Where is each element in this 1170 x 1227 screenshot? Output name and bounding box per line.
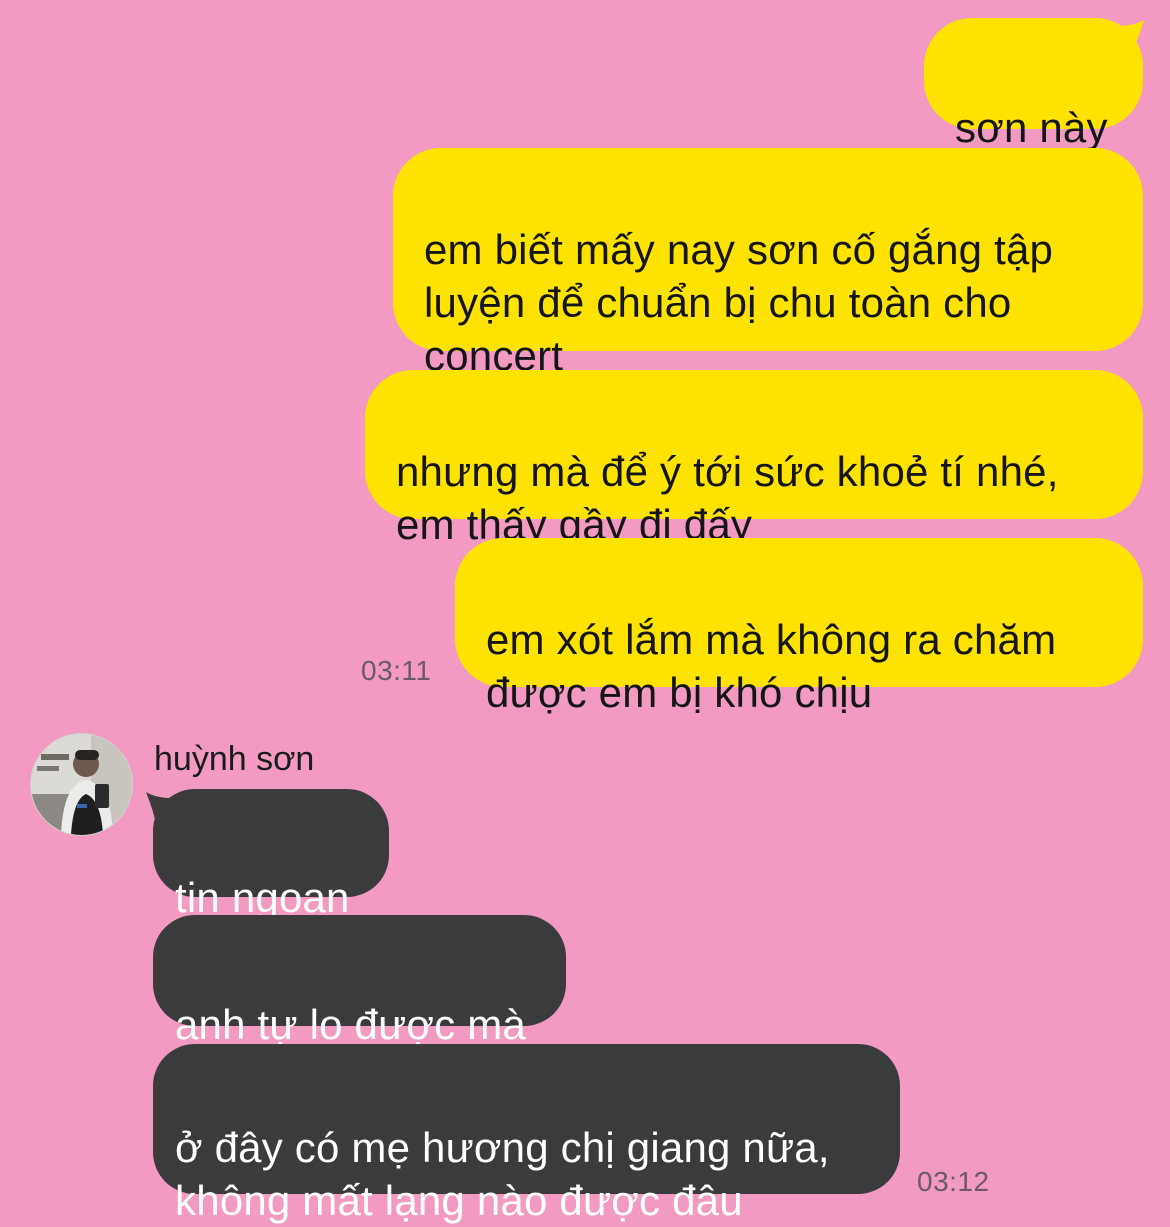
- chat-thread: sơn này em biết mấy nay sơn cố gắng tập …: [0, 0, 1170, 1224]
- message-text: ở đây có mẹ hương chị giang nữa, không m…: [175, 1124, 830, 1224]
- message-text: sơn này: [955, 104, 1108, 151]
- message-text: em xót lắm mà không ra chăm được em bị k…: [486, 616, 1057, 716]
- outgoing-message-1[interactable]: sơn này: [924, 18, 1143, 151]
- message-text: tin ngoan: [175, 874, 350, 921]
- profile-photo-icon: [31, 734, 132, 835]
- incoming-message-3[interactable]: ở đây có mẹ hương chị giang nữa, không m…: [153, 1044, 900, 1224]
- contact-avatar[interactable]: [30, 733, 133, 836]
- outgoing-message-4[interactable]: em xót lắm mà không ra chăm được em bị k…: [455, 538, 1143, 716]
- incoming-message-1[interactable]: tin ngoan: [153, 789, 389, 921]
- message-text: em biết mấy nay sơn cố gắng tập luyện để…: [424, 226, 1054, 379]
- incoming-timestamp: 03:12: [917, 1166, 990, 1197]
- incoming-message-2[interactable]: anh tự lo được mà: [153, 915, 566, 1048]
- outgoing-timestamp: 03:11: [361, 655, 432, 686]
- message-text: anh tự lo được mà: [175, 1001, 526, 1048]
- outgoing-message-2[interactable]: em biết mấy nay sơn cố gắng tập luyện để…: [393, 148, 1143, 379]
- contact-name: huỳnh sơn: [154, 740, 315, 778]
- message-text: nhưng mà để ý tới sức khoẻ tí nhé, em th…: [396, 448, 1059, 548]
- outgoing-message-3[interactable]: nhưng mà để ý tới sức khoẻ tí nhé, em th…: [365, 370, 1143, 548]
